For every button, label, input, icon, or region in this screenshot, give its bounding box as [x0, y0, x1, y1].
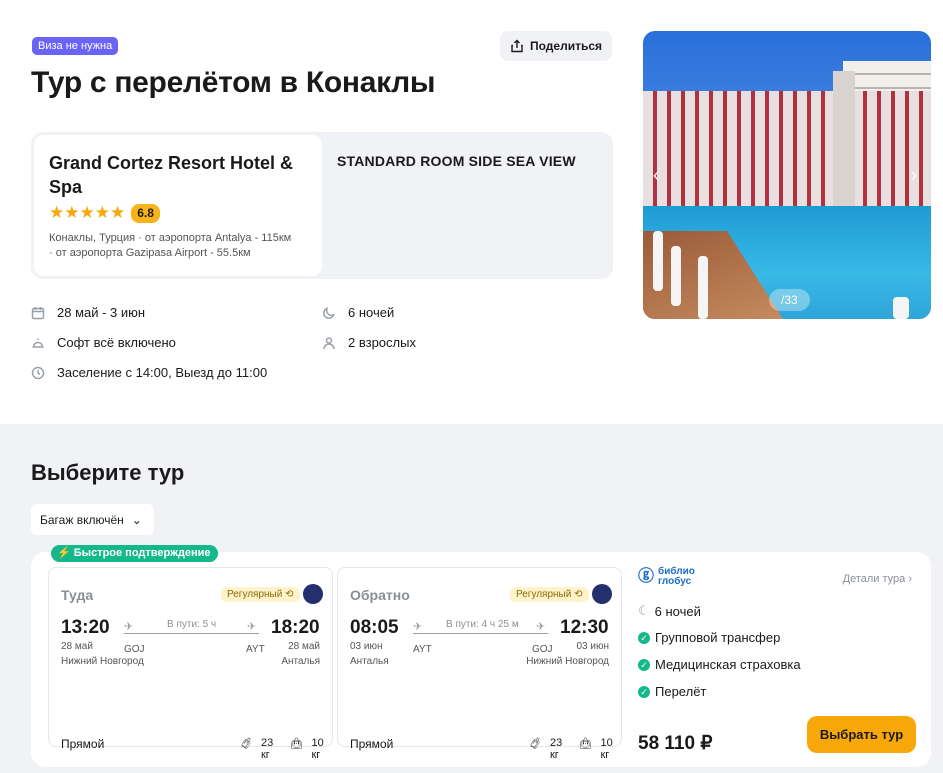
nights-text: 6 ночей	[348, 305, 395, 320]
location-line-2: · от аэропорта Gazipasa Airport - 55.5км	[49, 247, 251, 259]
landing-icon: ✈	[536, 621, 546, 633]
dates-info: 28 май - 3 июн	[31, 305, 145, 320]
route-line	[413, 633, 548, 634]
suitcase-icon: 🧳︎	[239, 738, 253, 750]
departure-city: Нижний Новгород	[61, 656, 144, 667]
feature-item: ✓ Перелёт	[638, 684, 706, 699]
section-title: Выберите тур	[31, 460, 185, 485]
clock-icon	[31, 366, 45, 379]
check-icon: ✓	[638, 685, 650, 698]
arrival-airport-code: AYT	[246, 644, 265, 655]
chevron-down-icon: ⌄	[131, 512, 142, 527]
guests-text: 2 взрослых	[348, 335, 416, 350]
suitcase-icon: 🧳︎	[528, 738, 542, 750]
flight-leg-outbound: Туда Регулярный ⟲ 13:20 ✈ В пути: 5 ч ✈ …	[48, 567, 333, 761]
landing-icon: ✈	[247, 621, 257, 633]
filter-label: Багаж включён	[40, 512, 124, 527]
regular-flight-badge: Регулярный ⟲	[510, 587, 589, 602]
baggage-info: 🧳︎ 23 кг 👜︎ 10 кг	[528, 737, 613, 761]
check-icon: ✓	[638, 631, 650, 644]
flight-type: Прямой	[61, 737, 105, 751]
arrival-date: 03 июн	[576, 641, 609, 652]
visa-badge: Виза не нужна	[32, 37, 119, 55]
leg-direction: Туда	[61, 587, 94, 603]
departure-date: 28 май	[61, 641, 93, 652]
checkin-info: Заселение с 14:00, Выезд до 11:00	[31, 365, 267, 380]
arrival-date: 28 май	[288, 641, 320, 652]
rating-row: ★★★★★ 6.8	[49, 203, 307, 223]
airline-logo-icon	[303, 584, 323, 604]
hotel-panel: Grand Cortez Resort Hotel & Spa ★★★★★ 6.…	[31, 132, 613, 279]
hotel-location: Конаклы, Турция · от аэропорта Antalya -…	[49, 231, 307, 261]
departure-date: 03 июн	[350, 641, 383, 652]
nights-info: 6 ночей	[322, 305, 394, 320]
share-button[interactable]: Поделиться	[500, 31, 612, 61]
flight-leg-inbound: Обратно Регулярный ⟲ 08:05 ✈ В пути: 4 ч…	[337, 567, 622, 761]
departure-time: 13:20	[61, 617, 110, 638]
route-line	[124, 633, 259, 634]
takeoff-icon: ✈	[413, 621, 423, 633]
hotel-header-section: Виза не нужна Поделиться Тур с перелётом…	[0, 0, 943, 424]
arrival-city: Нижний Новгород	[526, 656, 609, 667]
fast-confirmation-badge: ⚡ Быстрое подтверждение	[51, 545, 218, 562]
meal-text: Софт всё включено	[57, 335, 176, 350]
room-name: STANDARD ROOM SIDE SEA VIEW	[337, 153, 576, 169]
feature-item: ✓ Медицинская страховка	[638, 657, 801, 672]
location-line-1: Конаклы, Турция · от аэропорта Antalya -…	[49, 232, 292, 244]
departure-airport-code: AYT	[413, 644, 432, 655]
calendar-icon	[31, 306, 45, 319]
handbag-icon: 👜︎	[578, 738, 593, 750]
operator-logo: ⓖ библио глобус	[638, 566, 695, 587]
share-icon	[511, 39, 523, 53]
arrival-city: Анталья	[281, 656, 320, 667]
person-icon	[323, 336, 335, 349]
hotel-name[interactable]: Grand Cortez Resort Hotel & Spa	[49, 151, 307, 199]
hotel-card: Grand Cortez Resort Hotel & Spa ★★★★★ 6.…	[34, 135, 322, 276]
dates-text: 28 май - 3 июн	[57, 305, 146, 320]
tour-offer-card: Туда Регулярный ⟲ 13:20 ✈ В пути: 5 ч ✈ …	[31, 552, 931, 767]
hotel-photo-gallery[interactable]: ‹ › /33	[643, 31, 931, 319]
arrival-airport-code: GOJ	[532, 644, 553, 655]
meal-info: Софт всё включено	[31, 335, 176, 350]
photo-prev-icon[interactable]: ‹	[653, 165, 659, 186]
regular-flight-badge: Регулярный ⟲	[221, 587, 300, 602]
flight-duration: В пути: 5 ч	[167, 619, 217, 630]
leg-direction: Обратно	[350, 587, 410, 603]
moon-icon	[323, 306, 335, 319]
rating-score: 6.8	[131, 203, 160, 223]
feature-item: ✓ Групповой трансфер	[638, 630, 780, 645]
check-icon: ✓	[638, 658, 650, 671]
arrival-time: 18:20	[271, 617, 320, 638]
tour-price: 58 110 ₽	[638, 733, 713, 754]
star-rating-icon: ★★★★★	[49, 203, 126, 222]
photo-next-icon[interactable]: ›	[911, 165, 917, 186]
guests-info: 2 взрослых	[322, 335, 416, 350]
tour-summary: ⓖ библио глобус Детали тура › ☾ 6 ночей ✓…	[638, 566, 918, 754]
flight-duration: В пути: 4 ч 25 м	[446, 619, 519, 630]
baggage-filter-dropdown[interactable]: Багаж включён ⌄	[31, 504, 154, 535]
departure-airport-code: GOJ	[124, 644, 145, 655]
baggage-info: 🧳︎ 23 кг 👜︎ 10 кг	[239, 737, 324, 761]
flight-type: Прямой	[350, 737, 394, 751]
moon-icon: ☾	[638, 603, 650, 618]
tour-details-link[interactable]: Детали тура ›	[843, 573, 912, 585]
departure-time: 08:05	[350, 617, 399, 638]
handbag-icon: 👜︎	[289, 738, 304, 750]
summary-nights: ☾ 6 ночей	[638, 603, 701, 619]
departure-city: Анталья	[350, 656, 389, 667]
airline-logo-icon	[592, 584, 612, 604]
checkin-text: Заселение с 14:00, Выезд до 11:00	[57, 365, 268, 380]
tour-selection-section: Выберите тур Багаж включён ⌄ ⚡ Быстрое п…	[0, 424, 943, 773]
choose-tour-button[interactable]: Выбрать тур	[807, 716, 916, 753]
food-cloche-icon	[32, 338, 44, 348]
takeoff-icon: ✈	[124, 621, 134, 633]
share-label: Поделиться	[530, 39, 603, 53]
operator-logo-icon: ⓖ	[638, 568, 655, 585]
photo-counter: /33	[769, 289, 810, 311]
arrival-time: 12:30	[560, 617, 609, 638]
page-title: Тур с перелётом в Конаклы	[31, 66, 436, 99]
